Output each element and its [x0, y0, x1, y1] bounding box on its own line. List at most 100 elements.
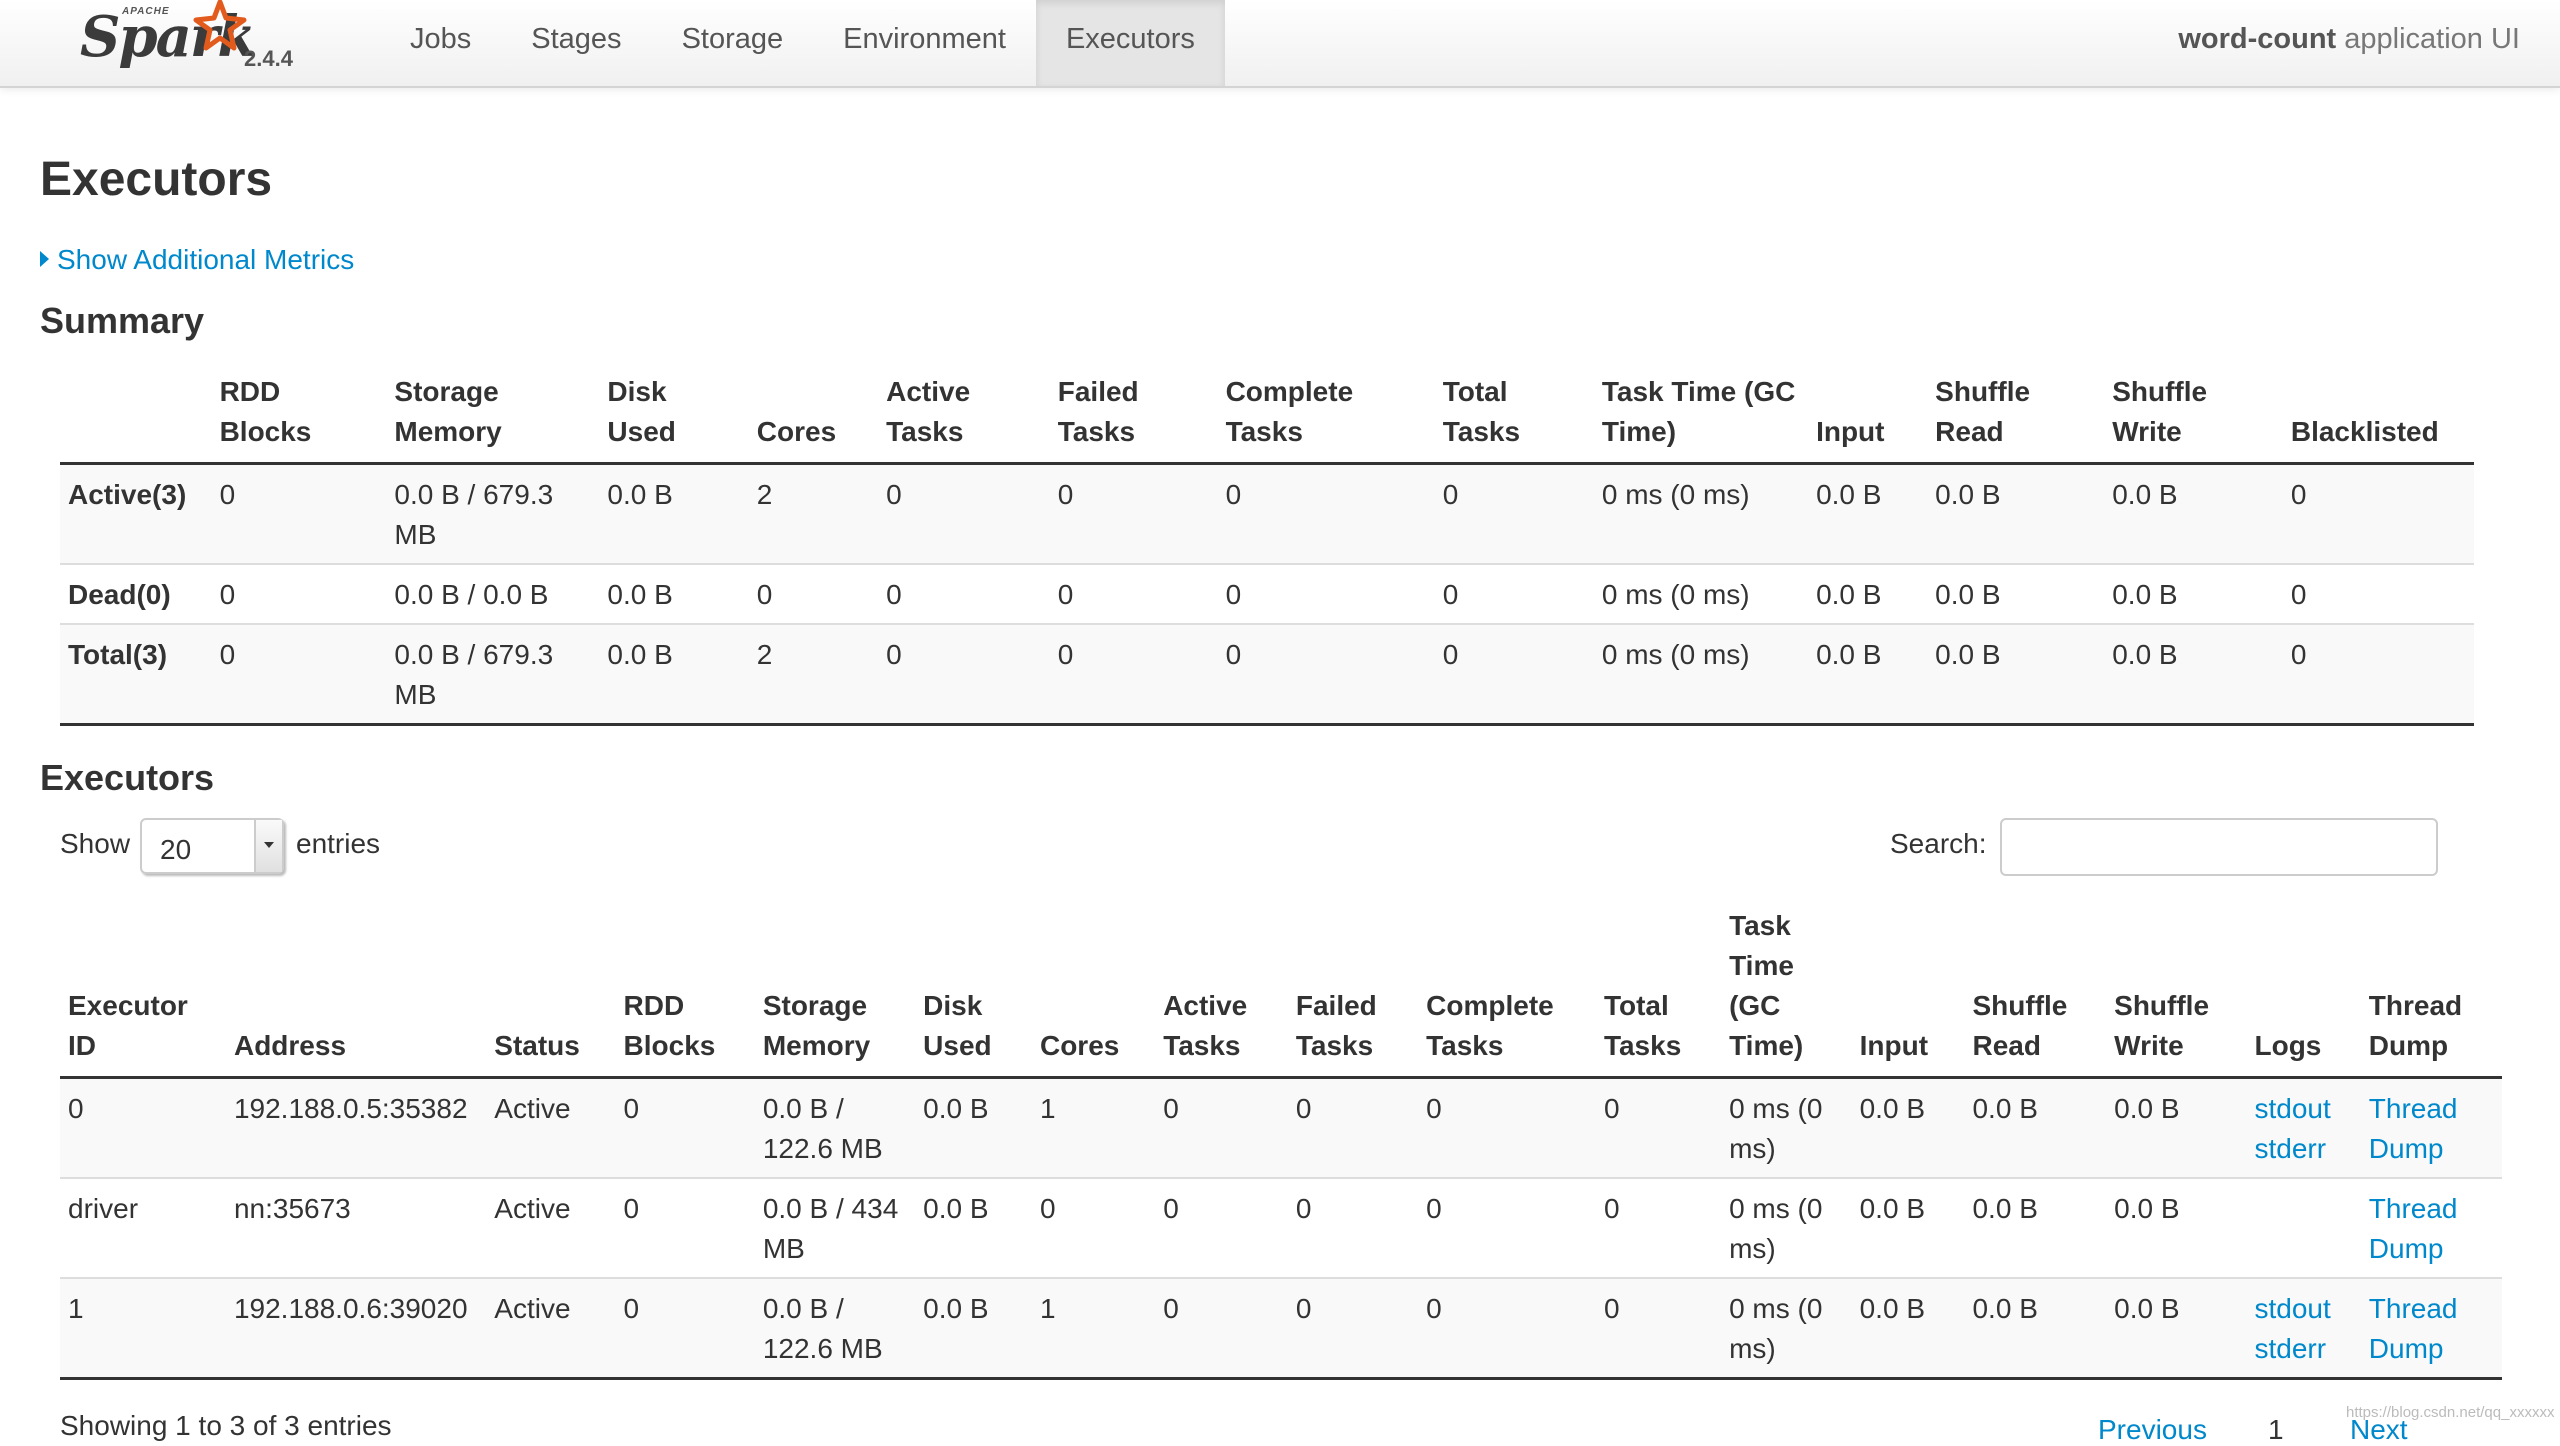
executor-cell: driver — [60, 1177, 226, 1278]
summary-header: Input — [1808, 372, 1928, 465]
summary-table: RDD Blocks Storage Memory Disk Used Cores Ac… — [60, 372, 2474, 726]
thread-dump-link[interactable]: Thread Dump — [2369, 1189, 2494, 1269]
current-page-button[interactable]: 1 — [2268, 1414, 2284, 1446]
executors-header[interactable]: Task Time (GC Time) — [1721, 906, 1852, 1079]
app-name: word-count application UI — [2178, 0, 2520, 78]
show-additional-metrics-link[interactable]: Show Additional Metrics — [40, 244, 354, 276]
executor-cell: 0.0 B / 434 MB — [754, 1177, 916, 1278]
executor-cell: 0 — [1595, 1177, 1722, 1278]
executors-header[interactable]: Executor ID — [60, 906, 226, 1079]
table-row: 1 192.188.0.6:39020 Active 0 0.0 B / 122.6 M… — [60, 1277, 2502, 1380]
executors-header[interactable]: Shuffle Read — [1964, 906, 2107, 1079]
executor-cell: 0.0 B — [1964, 1277, 2107, 1380]
executors-title: Executors — [40, 757, 215, 798]
executor-cell: 0 — [1418, 1177, 1596, 1278]
executor-cell: Active — [486, 1277, 616, 1380]
executor-cell: 0 ms (0 ms) — [1721, 1076, 1852, 1178]
executor-cell: 0 — [1287, 1177, 1419, 1278]
summary-cell: 0 — [748, 563, 879, 624]
executor-cell: 0 ms (0 ms) — [1721, 1177, 1852, 1278]
executor-cell: 0 — [1418, 1277, 1596, 1380]
executor-cell: 0.0 B — [2106, 1076, 2247, 1178]
summary-cell: 0 — [1049, 462, 1218, 564]
executors-header[interactable]: Complete Tasks — [1418, 906, 1596, 1079]
executor-cell: 0.0 B — [1851, 1076, 1965, 1178]
executor-cell: 0 ms (0 ms) — [1721, 1277, 1852, 1380]
stdout-link[interactable]: stdout — [2254, 1289, 2352, 1329]
executors-header[interactable]: RDD Blocks — [615, 906, 755, 1079]
watermark: https://blog.csdn.net/qq_xxxxxx — [2346, 1404, 2555, 1421]
page-size-select[interactable]: 20 — [140, 818, 284, 874]
summary-cell: 0.0 B — [2104, 462, 2283, 564]
executor-cell: 192.188.0.6:39020 — [225, 1277, 487, 1380]
executor-cell: Active — [486, 1076, 616, 1178]
tab-stages[interactable]: Stages — [501, 0, 651, 86]
executors-header[interactable]: Storage Memory — [754, 906, 916, 1079]
executor-cell: 0 — [615, 1177, 755, 1278]
summary-cell: 0.0 B — [599, 623, 749, 726]
summary-cell: 0 — [1217, 462, 1435, 564]
nav-tabs: Jobs Stages Storage Environment Executors — [380, 0, 1225, 86]
executor-cell: 0 — [1287, 1076, 1419, 1178]
executors-header[interactable]: Input — [1851, 906, 1965, 1079]
executor-cell: 0.0 B / 122.6 MB — [754, 1277, 916, 1380]
summary-cell: 0.0 B — [599, 563, 749, 624]
brand-version: 2.4.4 — [244, 46, 293, 71]
summary-cell: 0 — [2282, 462, 2474, 564]
executors-header[interactable]: Total Tasks — [1595, 906, 1722, 1079]
summary-header: Complete Tasks — [1217, 372, 1435, 465]
summary-header: Failed Tasks — [1049, 372, 1218, 465]
executors-header[interactable]: Address — [225, 906, 487, 1079]
show-label: Show — [60, 828, 131, 859]
summary-header: Task Time (GC Time) — [1593, 372, 1809, 465]
summary-cell: 2 — [748, 462, 879, 564]
spark-logo[interactable]: Spark APACHE 2.4.4 — [78, 0, 308, 80]
summary-header: RDD Blocks — [211, 372, 387, 465]
summary-cell: 0 — [211, 462, 387, 564]
executor-cell: 0 — [1031, 1177, 1156, 1278]
stderr-link[interactable]: stderr — [2254, 1329, 2352, 1369]
tab-jobs[interactable]: Jobs — [380, 0, 501, 86]
summary-cell: 0 ms (0 ms) — [1593, 563, 1809, 624]
summary-header: Total Tasks — [1434, 372, 1594, 465]
executor-cell: 0.0 B — [915, 1177, 1032, 1278]
summary-cell: 0.0 B / 679.3 MB — [386, 462, 600, 564]
executors-header[interactable]: Failed Tasks — [1287, 906, 1419, 1079]
summary-row-label: Dead(0) — [60, 563, 212, 624]
summary-cell: 0 — [2282, 563, 2474, 624]
tab-executors[interactable]: Executors — [1035, 0, 1225, 86]
spark-star-icon — [193, 0, 247, 51]
chevron-down-icon — [264, 842, 274, 848]
stderr-link[interactable]: stderr — [2254, 1129, 2352, 1169]
executors-header[interactable]: Status — [486, 906, 616, 1079]
summary-cell: 0.0 B — [2104, 623, 2283, 726]
search-input[interactable] — [2000, 818, 2438, 876]
tab-environment[interactable]: Environment — [813, 0, 1036, 86]
thread-dump-link[interactable]: Thread Dump — [2369, 1089, 2494, 1169]
executors-header[interactable]: Thread Dump — [2360, 906, 2502, 1079]
previous-button[interactable]: Previous — [2098, 1414, 2207, 1446]
thread-dump-link[interactable]: Thread Dump — [2369, 1289, 2494, 1369]
executors-header[interactable]: Logs — [2246, 906, 2361, 1079]
executors-header[interactable]: Active Tasks — [1155, 906, 1288, 1079]
executor-cell: 0 — [60, 1076, 226, 1178]
executor-cell: 0 — [1595, 1277, 1722, 1380]
summary-cell: 0 — [2282, 623, 2474, 726]
executor-cell: 0 — [1155, 1177, 1288, 1278]
summary-cell: 2 — [748, 623, 879, 726]
summary-cell: 0.0 B — [2104, 563, 2283, 624]
summary-cell: 0.0 B / 679.3 MB — [386, 623, 600, 726]
table-info: Showing 1 to 3 of 3 entries — [60, 1410, 392, 1441]
summary-header: Cores — [748, 372, 879, 465]
summary-cell: 0.0 B — [1808, 623, 1928, 726]
executors-header[interactable]: Shuffle Write — [2106, 906, 2247, 1079]
tab-storage[interactable]: Storage — [652, 0, 814, 86]
executor-cell: 0.0 B / 122.6 MB — [754, 1076, 916, 1178]
entries-label: entries — [296, 828, 381, 859]
executor-cell: 0.0 B — [1851, 1177, 1965, 1278]
summary-cell: 0 — [1434, 623, 1594, 726]
executor-cell: 1 — [1031, 1076, 1156, 1178]
executors-header[interactable]: Disk Used — [915, 906, 1032, 1079]
stdout-link[interactable]: stdout — [2254, 1089, 2352, 1129]
executors-header[interactable]: Cores — [1031, 906, 1156, 1079]
